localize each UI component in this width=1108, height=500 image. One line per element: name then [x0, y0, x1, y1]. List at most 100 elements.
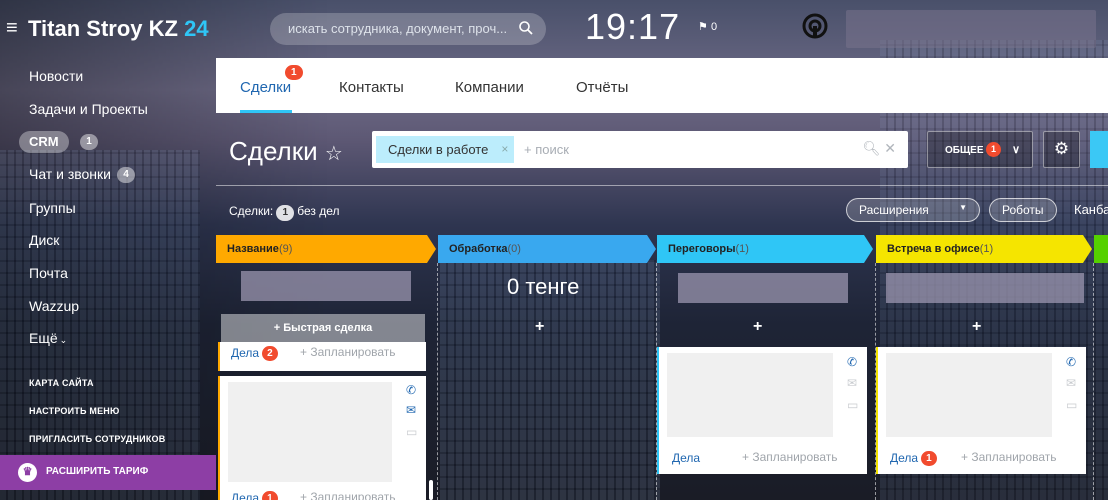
gear-icon[interactable]: ⚙	[1043, 131, 1080, 168]
tab-deals[interactable]: Сделки	[240, 79, 291, 96]
filter-chip[interactable]: Сделки в работе ×	[376, 136, 515, 163]
portal-logo[interactable]: Titan Stroy KZ 24	[28, 16, 209, 42]
search-placeholder: искать сотрудника, документ, проч...	[288, 21, 508, 36]
extensions-label: Расширения	[859, 203, 929, 217]
kanban-link[interactable]: Канба	[1074, 202, 1108, 217]
add-deal-button[interactable]	[1090, 131, 1108, 168]
user-profile-blurred[interactable]	[846, 10, 1096, 48]
stage-name: Переговоры	[668, 243, 736, 255]
preset-dropdown-button[interactable]: ОБЩЕЕ 1 ∨	[927, 131, 1033, 168]
logo-text: Titan Stroy KZ	[28, 16, 178, 41]
flag-counter[interactable]: ⚑ 0	[698, 20, 717, 33]
crown-icon: ♛	[18, 463, 37, 482]
menu-item-news[interactable]: Новости	[29, 68, 83, 84]
plan-activity-link[interactable]: + Запланировать	[300, 490, 396, 500]
stage-name: Встреча в офисе	[887, 243, 980, 255]
menu-item-more[interactable]: Ещё ⌄	[29, 330, 67, 346]
menu-item-chat[interactable]: Чат и звонки 4	[29, 166, 135, 184]
upgrade-plan-button[interactable]: ♛ РАСШИРИТЬ ТАРИФ	[0, 455, 216, 490]
card-deals-link[interactable]: Дела 2	[231, 346, 278, 362]
card-deals-link[interactable]: Дела 1	[231, 491, 278, 500]
menu-item-disk[interactable]: Диск	[29, 232, 59, 248]
add-deal-plus-icon[interactable]: +	[753, 318, 762, 336]
menu-item-groups[interactable]: Группы	[29, 200, 76, 216]
stage-name: Обработка	[449, 243, 508, 255]
deal-card[interactable]: ✆ ✉ ▭ Дела + Запланировать	[657, 347, 867, 474]
tab-reports[interactable]: Отчёты	[576, 79, 628, 96]
stage-count: (9)	[278, 243, 293, 255]
invite-employees-link[interactable]: ПРИГЛАСИТЬ СОТРУДНИКОВ	[29, 434, 165, 444]
deal-card[interactable]: ✆ ✉ ▭ Дела 1 + Запланировать	[876, 347, 1086, 474]
chevron-down-icon: ⌄	[59, 335, 68, 345]
column-sum-blurred	[678, 273, 848, 303]
menu-item-more-label: Ещё	[29, 330, 58, 346]
card-content-blurred	[886, 353, 1052, 437]
deals-badge: 1	[921, 451, 937, 467]
summary-suffix: без дел	[297, 204, 340, 218]
crm-counter: 1	[80, 134, 98, 150]
chat-counter: 4	[116, 167, 135, 184]
menu-item-mail[interactable]: Почта	[29, 265, 68, 281]
stage-next[interactable]	[1094, 235, 1108, 263]
mail-icon[interactable]: ✉	[847, 377, 857, 389]
stage-name: Название	[227, 243, 279, 255]
close-icon[interactable]: ×	[501, 142, 508, 156]
sitemap-link[interactable]: КАРТА САЙТА	[29, 378, 94, 388]
summary-count[interactable]: 1	[276, 205, 295, 221]
card-deals-link[interactable]: Дела 1	[890, 451, 937, 467]
extensions-button[interactable]: Расширения ▼	[846, 198, 980, 222]
search-icon[interactable]: 🔍︎	[863, 140, 881, 156]
dropdown-arrow-icon: ▼	[959, 203, 967, 212]
stage-negotiations[interactable]: Переговоры(1)	[657, 235, 873, 263]
star-icon[interactable]: ☆	[325, 143, 343, 165]
menu-item-tasks[interactable]: Задачи и Проекты	[29, 101, 148, 117]
chat-icon[interactable]: ▭	[406, 426, 417, 438]
page-title: Сделки ☆	[229, 136, 343, 167]
quick-deal-button[interactable]: + Быстрая сделка	[221, 314, 425, 342]
preset-badge: 1	[986, 142, 1002, 157]
tab-contacts[interactable]: Контакты	[339, 79, 404, 96]
stage-count: (1)	[979, 243, 994, 255]
plan-activity-link[interactable]: + Запланировать	[961, 450, 1057, 464]
card-content-blurred	[228, 382, 392, 482]
filter-search-input[interactable]: Сделки в работе × + поиск 🔍︎ ✕	[372, 131, 908, 168]
chat-icon[interactable]: ▭	[1066, 399, 1077, 411]
configure-menu-link[interactable]: НАСТРОИТЬ МЕНЮ	[29, 406, 119, 416]
mail-icon[interactable]: ✉	[406, 404, 416, 416]
card-deals-link[interactable]: Дела	[672, 451, 700, 465]
phone-icon[interactable]: ✆	[406, 384, 416, 396]
deal-card[interactable]: Дела 2 + Запланировать	[218, 342, 426, 371]
mail-icon[interactable]: ✉	[1066, 377, 1076, 389]
pulse-icon[interactable]	[801, 12, 829, 40]
clear-icon[interactable]: ✕	[884, 140, 896, 156]
add-deal-plus-icon[interactable]: +	[972, 318, 981, 336]
stage-office-meeting[interactable]: Встреча в офисе(1)	[876, 235, 1092, 263]
toolbar-divider	[216, 185, 1108, 186]
chat-icon[interactable]: ▭	[847, 399, 858, 411]
stage-count: (1)	[735, 243, 749, 255]
plan-activity-link[interactable]: + Запланировать	[742, 450, 838, 464]
filter-chip-label: Сделки в работе	[388, 142, 489, 157]
deal-card[interactable]: ✆ ✉ ▭ Дела 1 + Запланировать	[218, 376, 426, 500]
plan-activity-link[interactable]: + Запланировать	[300, 345, 396, 359]
hamburger-icon[interactable]: ≡	[6, 18, 18, 38]
chevron-down-icon: ∨	[1011, 144, 1020, 156]
menu-item-crm[interactable]: CRM	[19, 131, 69, 153]
phone-icon[interactable]: ✆	[1066, 356, 1076, 368]
clock[interactable]: 19:17	[585, 6, 680, 48]
global-search-input[interactable]: искать сотрудника, документ, проч...	[270, 13, 546, 45]
robots-button[interactable]: Роботы	[989, 198, 1057, 222]
tab-companies[interactable]: Компании	[455, 79, 524, 96]
add-deal-plus-icon[interactable]: +	[535, 318, 544, 336]
stage-new[interactable]: Название(9)	[216, 235, 436, 263]
stage-processing[interactable]: Обработка(0)	[438, 235, 656, 263]
upgrade-plan-label: РАСШИРИТЬ ТАРИФ	[46, 466, 149, 477]
flag-count: 0	[710, 21, 718, 33]
crm-tabs-bar: Сделки Контакты Компании Отчёты	[216, 58, 1108, 113]
summary-prefix: Сделки:	[229, 204, 274, 218]
phone-icon[interactable]: ✆	[847, 356, 857, 368]
deals-label: Дела	[231, 491, 260, 500]
menu-item-wazzup[interactable]: Wazzup	[29, 298, 79, 314]
search-icon[interactable]	[518, 20, 534, 36]
column-scrollbar[interactable]	[429, 480, 433, 500]
